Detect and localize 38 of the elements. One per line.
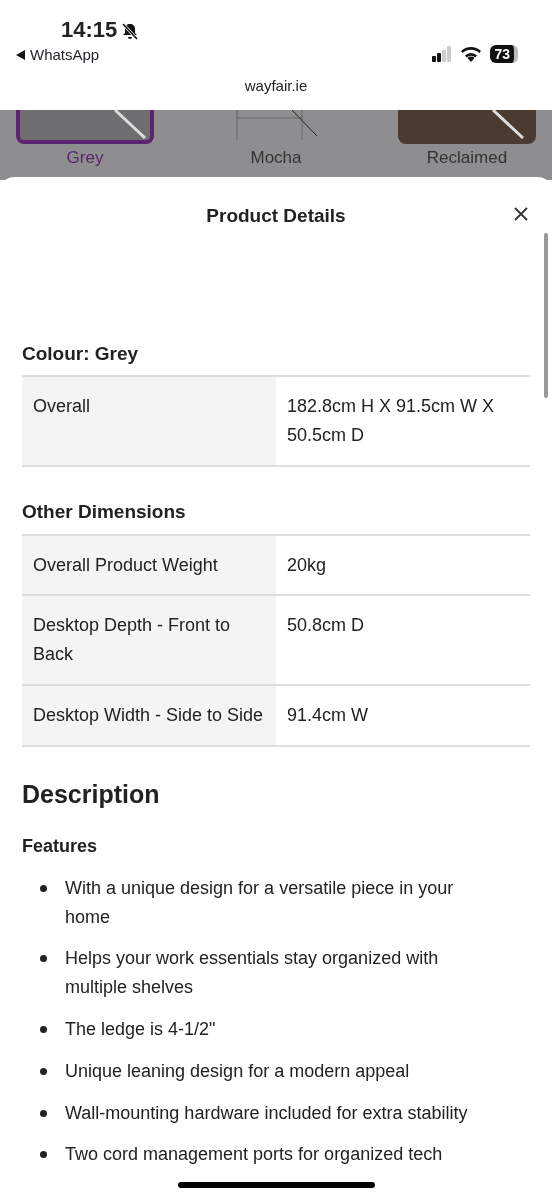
back-arrow-icon: [16, 50, 25, 61]
bullet-icon: [40, 1026, 47, 1034]
bullet-icon: [40, 1067, 47, 1075]
bullet-icon: [40, 955, 47, 963]
bullet-icon: [40, 1151, 47, 1159]
bullet-icon: [40, 1109, 47, 1117]
section-heading: Other Dimensions: [22, 500, 187, 524]
description-heading: Description: [22, 778, 161, 809]
bullet-icon: [40, 884, 47, 892]
feature-text: Helps your work essentials stay organized with multiple shelves: [65, 947, 440, 1000]
feature-text: Wall-mounting hardware included for extra stability: [65, 1101, 468, 1125]
signal-icon: [432, 45, 453, 62]
status-time: 14:15: [61, 19, 118, 41]
dimension-label: Overall: [22, 376, 276, 466]
feature-text: With a unique design for a versatile piece in your home: [65, 876, 455, 929]
dimension-label: Desktop Depth - Front to Back: [22, 595, 276, 686]
feature-text: Two cord management ports for organized tech: [65, 1143, 443, 1167]
close-button[interactable]: [514, 207, 528, 221]
color-swatch[interactable]: [16, 110, 154, 144]
dimension-value: 91.4cm W: [276, 685, 530, 746]
sheet-title: Product Details: [205, 204, 347, 228]
dimension-value: 182.8cm H X 91.5cm W X 50.5cm D: [276, 376, 530, 466]
swatch-label: Reclaimed: [426, 148, 508, 169]
feature-text: Unique leaning design for a modern appeal: [65, 1059, 410, 1083]
section-heading: Colour: Grey: [22, 342, 140, 366]
dimension-label: Overall Product Weight: [22, 534, 276, 596]
dimension-value: 20kg: [276, 534, 530, 596]
color-swatch[interactable]: [398, 110, 536, 144]
back-link[interactable]: WhatsApp: [16, 44, 140, 67]
dimension-label: Desktop Width - Side to Side: [22, 685, 276, 746]
swatch-label: Grey: [66, 148, 104, 169]
battery-icon: 73: [490, 44, 518, 63]
swatch-label: Mocha: [250, 148, 302, 169]
dimension-value: 50.8cm D: [276, 595, 530, 686]
url-text: wayfair.ie: [244, 77, 308, 94]
features-heading: Features: [22, 834, 99, 858]
wifi-icon: [460, 45, 483, 62]
feature-text: The ledge is 4-1/2": [65, 1018, 216, 1042]
